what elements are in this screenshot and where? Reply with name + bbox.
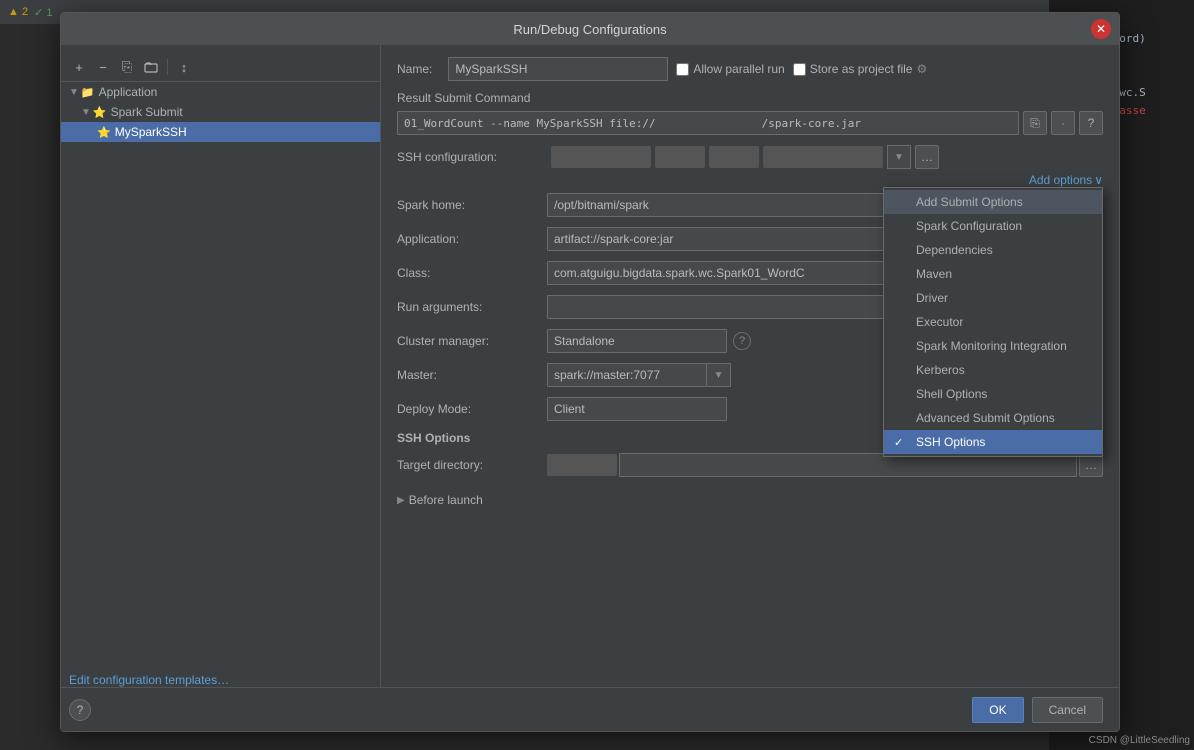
dialog-titlebar: Run/Debug Configurations ✕ <box>61 13 1119 45</box>
ssh-dropdown-arrow[interactable]: ▼ <box>887 145 911 169</box>
mysparksssh-icon: ⭐ <box>97 126 111 139</box>
add-options-dropdown: Add Submit Options Spark Configuration D… <box>883 187 1103 457</box>
target-dir-label: Target directory: <box>397 458 547 472</box>
cluster-manager-label: Cluster manager: <box>397 334 547 348</box>
allow-parallel-label: Allow parallel run <box>693 62 784 76</box>
right-panel: Name: Allow parallel run Store as projec… <box>381 45 1119 687</box>
command-help-button[interactable]: ? <box>1079 111 1103 135</box>
folder-config-button[interactable] <box>141 57 161 77</box>
spark-submit-icon: ⭐ <box>93 106 107 119</box>
left-panel: + − ⎘ ↕ ▼ 📁 Application ▼ ⭐ Spark Submit <box>61 45 381 687</box>
application-label: Application: <box>397 232 547 246</box>
store-project-label: Store as project file <box>810 62 913 76</box>
cluster-manager-help[interactable]: ? <box>733 332 751 350</box>
ide-badge-2: ✓ 1 <box>34 6 52 19</box>
ssh-field-masked-2 <box>655 146 705 168</box>
allow-parallel-group: Allow parallel run <box>676 62 784 76</box>
allow-parallel-checkbox[interactable] <box>676 63 689 76</box>
tree-toolbar: + − ⎘ ↕ <box>61 53 380 82</box>
tree-item-mysparksssh[interactable]: ⭐ MySparkSSH <box>61 122 380 142</box>
gear-icon: ⚙ <box>916 62 927 76</box>
ssh-config-row: SSH configuration: ▼ … <box>397 145 1103 169</box>
sort-config-button[interactable]: ↕ <box>174 57 194 77</box>
edit-templates-link[interactable]: Edit configuration templates… <box>69 673 229 687</box>
dialog-footer: ? OK Cancel <box>61 687 1119 731</box>
tree-item-application[interactable]: ▼ 📁 Application <box>61 82 380 102</box>
result-command-label: Result Submit Command <box>397 91 1103 105</box>
class-label: Class: <box>397 266 547 280</box>
copy-config-button[interactable]: ⎘ <box>117 57 137 77</box>
run-debug-dialog: Run/Debug Configurations ✕ + − ⎘ ↕ ▼ 📁 A… <box>60 12 1120 732</box>
help-button[interactable]: ? <box>69 699 91 721</box>
remove-config-button[interactable]: − <box>93 57 113 77</box>
spark-submit-label: Spark Submit <box>111 105 183 119</box>
target-dir-masked <box>547 454 617 476</box>
before-launch-row[interactable]: ▶ Before launch <box>397 493 1103 507</box>
dropdown-item-executor[interactable]: Executor <box>884 310 1102 334</box>
ssh-more-button[interactable]: … <box>915 145 939 169</box>
dropdown-item-dependencies[interactable]: Dependencies <box>884 238 1102 262</box>
command-dots-button[interactable]: · <box>1051 111 1075 135</box>
tree-item-spark-submit[interactable]: ▼ ⭐ Spark Submit <box>61 102 380 122</box>
run-args-label: Run arguments: <box>397 300 547 314</box>
ssh-config-label: SSH configuration: <box>397 150 547 164</box>
spark-expand-icon: ▼ <box>81 107 91 118</box>
toolbar-separator <box>167 59 168 75</box>
close-button[interactable]: ✕ <box>1091 19 1111 39</box>
dropdown-item-advanced-submit[interactable]: Advanced Submit Options <box>884 406 1102 430</box>
name-input[interactable] <box>448 57 668 81</box>
edit-templates-container: Edit configuration templates… <box>69 673 229 687</box>
name-row: Name: Allow parallel run Store as projec… <box>397 57 1103 81</box>
before-launch-expand-icon: ▶ <box>397 495 405 506</box>
tree-item-label: Application <box>99 85 158 99</box>
ssh-field-masked-1 <box>551 146 651 168</box>
spark-home-label: Spark home: <box>397 198 547 212</box>
store-project-group: Store as project file ⚙ <box>793 62 927 76</box>
deploy-mode-label: Deploy Mode: <box>397 402 547 416</box>
result-command-input[interactable] <box>397 111 1019 135</box>
dropdown-item-driver[interactable]: Driver <box>884 286 1102 310</box>
cancel-button[interactable]: Cancel <box>1032 697 1103 723</box>
master-input[interactable] <box>547 363 707 387</box>
add-config-button[interactable]: + <box>69 57 89 77</box>
dropdown-item-spark-monitoring[interactable]: Spark Monitoring Integration <box>884 334 1102 358</box>
mysparksssh-label: MySparkSSH <box>115 125 187 139</box>
ok-button[interactable]: OK <box>972 697 1023 723</box>
dropdown-item-shell-options[interactable]: Shell Options <box>884 382 1102 406</box>
ide-badge-1: ▲ 2 <box>8 6 28 18</box>
expand-icon: ▼ <box>69 87 79 98</box>
dropdown-item-ssh-options[interactable]: SSH Options <box>884 430 1102 454</box>
copy-command-button[interactable]: ⎘ <box>1023 111 1047 135</box>
dialog-body: + − ⎘ ↕ ▼ 📁 Application ▼ ⭐ Spark Submit <box>61 45 1119 687</box>
name-label: Name: <box>397 62 432 76</box>
master-dropdown-button[interactable]: ▼ <box>707 363 731 387</box>
ssh-field-masked-3 <box>709 146 759 168</box>
chevron-down-icon: ∨ <box>1094 173 1103 187</box>
dropdown-item-add-submit[interactable]: Add Submit Options <box>884 190 1102 214</box>
store-project-checkbox[interactable] <box>793 63 806 76</box>
application-icon: 📁 <box>81 86 95 99</box>
add-options-row: Add options ∨ Add Submit Options Spark C… <box>397 173 1103 187</box>
add-options-button[interactable]: Add options ∨ <box>1029 173 1103 187</box>
dropdown-item-spark-config[interactable]: Spark Configuration <box>884 214 1102 238</box>
csdn-badge: CSDN @LittleSeedling <box>1089 735 1190 746</box>
dropdown-item-maven[interactable]: Maven <box>884 262 1102 286</box>
deploy-mode-select[interactable]: Client Cluster <box>547 397 727 421</box>
dialog-title: Run/Debug Configurations <box>513 22 666 37</box>
cluster-manager-select[interactable]: Standalone YARN Mesos <box>547 329 727 353</box>
before-launch-label: Before launch <box>409 493 483 507</box>
ssh-field-masked-4 <box>763 146 883 168</box>
result-command-row: ⎘ · ? <box>397 111 1103 135</box>
dropdown-item-kerberos[interactable]: Kerberos <box>884 358 1102 382</box>
master-label: Master: <box>397 368 547 382</box>
